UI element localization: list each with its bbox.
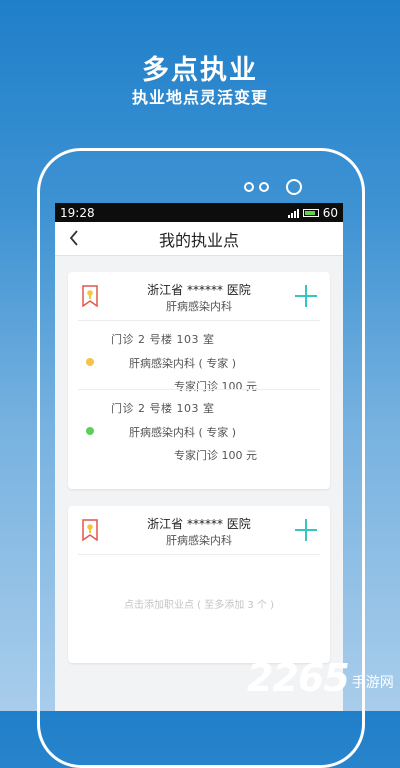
promo-subtitle: 执业地点灵活变更 [131, 88, 268, 107]
nav-bar: 我的执业点 [55, 222, 343, 256]
battery-icon [302, 208, 319, 217]
location-address: 门诊 2 号楼 103 室 [111, 333, 215, 346]
watermark-text: 手游网 [351, 675, 394, 691]
department-name: 肝病感染内科 [166, 534, 232, 547]
phone-sensor-dot [259, 182, 269, 192]
status-time: 19:28 [60, 205, 95, 220]
promo-title: 多点执业 [142, 55, 258, 86]
location-fee: 专家门诊 100 元 [174, 449, 257, 462]
phone-camera [286, 179, 302, 195]
card-header: 浙江省 ****** 医院 肝病感染内科 [78, 506, 320, 555]
practice-card: 浙江省 ****** 医院 肝病感染内科 门诊 2 号楼 103 室 肝病感染内… [68, 272, 330, 489]
signal-icon [287, 208, 299, 218]
status-icons: 60 [287, 205, 338, 220]
status-dot [86, 427, 94, 435]
chevron-left-icon[interactable] [65, 228, 85, 248]
hospital-name: 浙江省 ****** 医院 [147, 517, 251, 531]
location-item[interactable]: 门诊 2 号楼 103 室 肝病感染内科 ( 专家 ) 专家门诊 100 元 [78, 389, 320, 470]
hospital-name: 浙江省 ****** 医院 [147, 283, 251, 297]
location-department: 肝病感染内科 ( 专家 ) [129, 357, 237, 370]
app-screen: 19:28 60 我的执业点 浙江省 ****** 医院 肝病感染内科 门诊 2… [55, 203, 343, 711]
battery-level: 60 [322, 205, 338, 220]
add-location-hint[interactable]: 点击添加职业点 ( 至多添加 3 个 ) [68, 596, 330, 611]
plus-icon[interactable] [295, 519, 317, 541]
location-item[interactable]: 门诊 2 号楼 103 室 肝病感染内科 ( 专家 ) 专家门诊 100 元 [78, 321, 320, 393]
card-header: 浙江省 ****** 医院 肝病感染内科 [78, 272, 320, 321]
status-bar: 19:28 60 [55, 203, 343, 222]
department-name: 肝病感染内科 [166, 300, 232, 313]
status-dot [86, 358, 94, 366]
location-address: 门诊 2 号楼 103 室 [111, 402, 215, 415]
phone-sensor-dot [244, 182, 254, 192]
location-department: 肝病感染内科 ( 专家 ) [129, 426, 237, 439]
practice-card: 浙江省 ****** 医院 肝病感染内科 点击添加职业点 ( 至多添加 3 个 … [68, 506, 330, 663]
page-title: 我的执业点 [158, 230, 239, 250]
watermark-number: 2265 [247, 656, 350, 700]
plus-icon[interactable] [295, 285, 317, 307]
watermark-logo: 2265 手游网 [247, 656, 394, 700]
